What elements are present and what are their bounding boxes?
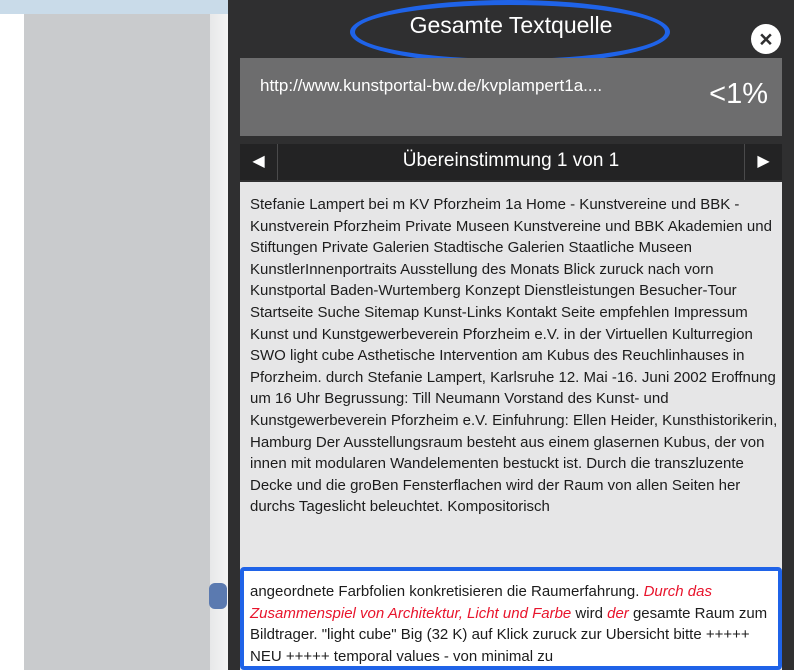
close-icon[interactable]: × <box>751 24 781 54</box>
match-counter-label: Übereinstimmung 1 von 1 <box>402 150 620 171</box>
source-text-panel: Gesamte Textquelle × http://www.kunstpor… <box>228 0 794 670</box>
document-area <box>24 14 210 670</box>
source-text-body: Stefanie Lampert bei m KV Pforzheim 1a H… <box>250 196 778 516</box>
source-info: http://www.kunstportal-bw.de/kvplampert1… <box>240 58 782 136</box>
source-text-area[interactable]: Stefanie Lampert bei m KV Pforzheim 1a H… <box>240 182 782 670</box>
matched-text: der <box>607 604 629 622</box>
page-margin <box>0 14 24 670</box>
source-url-link[interactable]: http://www.kunstportal-bw.de/kvplampert1… <box>260 76 602 96</box>
passage-text: angeordnete Farbfolien konkretisieren di… <box>250 583 644 600</box>
document-gutter <box>210 14 228 670</box>
next-match-arrow-icon[interactable]: ▶ <box>744 144 782 180</box>
match-navigation: ◀ Übereinstimmung 1 von 1 ▶ <box>240 144 782 180</box>
matched-passage: angeordnete Farbfolien konkretisieren di… <box>250 581 776 667</box>
title-highlight-ellipse <box>350 0 670 64</box>
matched-passage-box: angeordnete Farbfolien konkretisieren di… <box>240 567 782 670</box>
scrollbar-thumb[interactable] <box>209 583 227 609</box>
match-percentage: <1% <box>709 78 768 110</box>
passage-text: wird <box>571 604 608 622</box>
